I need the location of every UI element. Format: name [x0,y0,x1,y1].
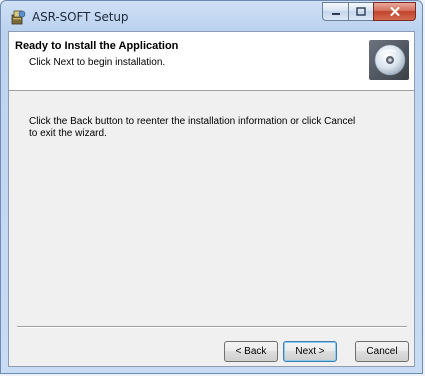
minimize-icon [331,12,340,15]
installer-icon [11,10,26,25]
cancel-button[interactable]: Cancel [355,341,409,362]
wizard-header: Ready to Install the Application Click N… [9,32,414,91]
window-controls [322,2,416,22]
close-icon [390,7,399,16]
back-button[interactable]: < Back [224,341,278,362]
maximize-icon [356,7,366,16]
wizard-client-area: Ready to Install the Application Click N… [8,31,415,367]
setup-window: ASR-SOFT Setup Ready to Install the Appl… [0,0,423,374]
page-title: Ready to Install the Application [15,40,179,52]
footer-divider [17,326,407,328]
minimize-button[interactable] [322,2,348,21]
disc-icon [369,40,409,80]
instructions-text: Click the Back button to reenter the ins… [29,116,356,139]
window-title: ASR-SOFT Setup [32,10,129,24]
page-subtitle: Click Next to begin installation. [29,57,166,68]
close-button[interactable] [373,2,416,21]
next-button[interactable]: Next > [283,341,337,362]
maximize-button[interactable] [348,2,373,21]
title-bar[interactable]: ASR-SOFT Setup [1,1,422,31]
